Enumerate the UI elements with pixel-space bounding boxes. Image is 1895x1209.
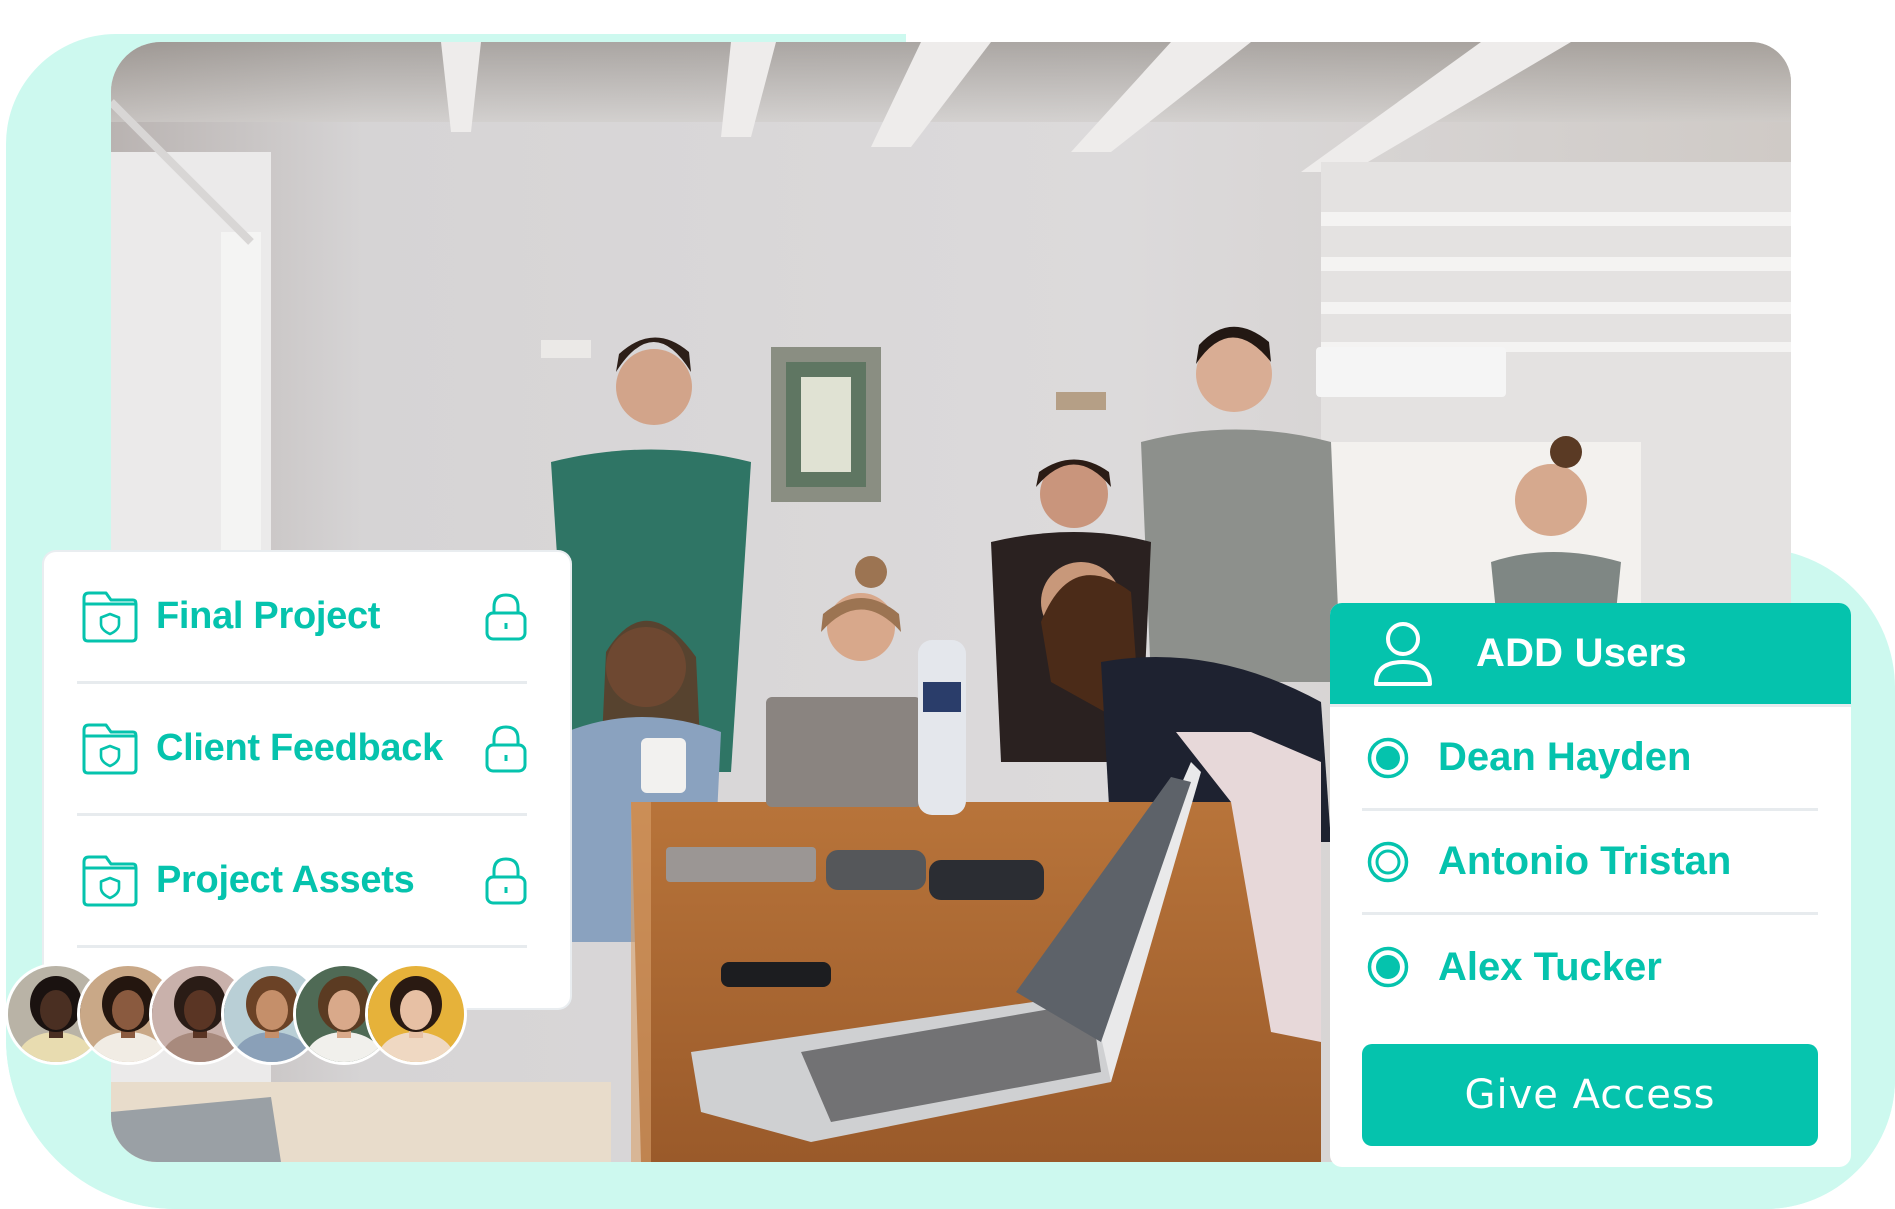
folders-card: Final Project Client Feedback Project As… [44, 552, 570, 1008]
radio-selected-icon[interactable] [1367, 946, 1409, 988]
user-option-dean-hayden[interactable]: Dean Hayden [1362, 707, 1818, 811]
radio-unselected-icon[interactable] [1367, 841, 1409, 883]
avatar-portrait [368, 966, 464, 1062]
folder-item-project-assets[interactable]: Project Assets [77, 816, 527, 948]
lock-icon[interactable] [485, 856, 527, 905]
user-option-antonio-tristan[interactable]: Antonio Tristan [1362, 811, 1818, 915]
user-name: Alex Tucker [1438, 944, 1662, 989]
folder-label: Project Assets [156, 859, 415, 901]
add-users-card: ADD Users Dean Hayden Antonio Tristan Al… [1330, 603, 1851, 1167]
folder-shield-icon [82, 855, 138, 906]
folder-label: Final Project [156, 595, 381, 637]
user-option-alex-tucker[interactable]: Alex Tucker [1362, 915, 1818, 1019]
folder-shield-icon [82, 591, 138, 642]
folder-label: Client Feedback [156, 727, 443, 769]
give-access-button[interactable]: Give Access [1362, 1044, 1818, 1146]
add-users-title: ADD Users [1476, 631, 1687, 675]
add-users-header: ADD Users [1330, 603, 1851, 707]
avatar[interactable] [365, 963, 467, 1065]
user-icon [1374, 621, 1432, 686]
folder-shield-icon [82, 723, 138, 774]
lock-icon[interactable] [485, 592, 527, 641]
user-name: Antonio Tristan [1438, 839, 1732, 883]
user-name: Dean Hayden [1438, 735, 1692, 779]
folder-item-client-feedback[interactable]: Client Feedback [77, 684, 527, 816]
folder-item-final-project[interactable]: Final Project [77, 552, 527, 684]
lock-icon[interactable] [485, 724, 527, 773]
radio-selected-icon[interactable] [1367, 737, 1409, 779]
